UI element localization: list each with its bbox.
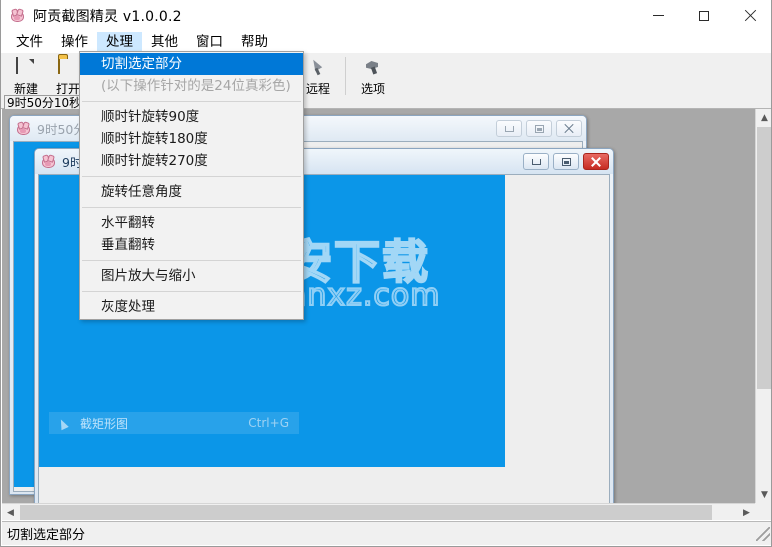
vertical-scroll-thumb[interactable] (757, 127, 771, 389)
scroll-left-button[interactable]: ◀ (2, 504, 19, 520)
application-window: 阿贡截图精灵 v1.0.0.2 文件 操作 处理 其他 窗口 帮助 新建 打开 … (0, 0, 772, 547)
minimize-button[interactable] (635, 0, 681, 31)
menu-separator (82, 291, 301, 292)
menu-item-rotate-90[interactable]: 顺时针旋转90度 (80, 106, 303, 128)
title-bar: 阿贡截图精灵 v1.0.0.2 (1, 0, 771, 31)
maximize-button[interactable] (681, 0, 727, 31)
status-bar: 切割选定部分 (2, 521, 771, 545)
child-window-1-controls (496, 120, 586, 137)
menu-item-rotate-arbitrary[interactable]: 旋转任意角度 (80, 181, 303, 203)
status-text: 切割选定部分 (7, 528, 86, 543)
scroll-up-button[interactable]: ▲ (756, 109, 771, 126)
close-icon (591, 157, 601, 167)
open-folder-icon (58, 57, 78, 78)
close-button[interactable] (727, 0, 771, 31)
options-button-label: 选项 (360, 82, 385, 96)
window-title: 阿贡截图精灵 v1.0.0.2 (33, 8, 182, 25)
child1-minimize-button[interactable] (496, 120, 522, 137)
options-button[interactable]: 选项 (352, 55, 394, 97)
child-window-2-controls (523, 153, 613, 170)
toolbar-separator (345, 57, 346, 95)
menu-window[interactable]: 窗口 (187, 32, 232, 52)
close-icon (564, 124, 574, 134)
snip-rect-icon (59, 417, 72, 430)
menu-item-rotate-180[interactable]: 顺时针旋转180度 (80, 128, 303, 150)
menu-operation[interactable]: 操作 (52, 32, 97, 52)
maximize-icon (534, 124, 544, 133)
menu-item-resize-image[interactable]: 图片放大与缩小 (80, 265, 303, 287)
child2-close-button[interactable] (583, 153, 609, 170)
minimize-icon (652, 15, 664, 16)
pig-icon (16, 121, 32, 137)
child1-maximize-button[interactable] (526, 120, 552, 137)
close-icon (744, 10, 756, 22)
scroll-right-button[interactable]: ▶ (738, 504, 755, 520)
snip-context-row[interactable]: 截矩形图 Ctrl+G (49, 412, 299, 434)
minimize-icon (504, 125, 514, 132)
menu-separator (82, 101, 301, 102)
menu-item-flip-vertical[interactable]: 垂直翻转 (80, 234, 303, 256)
menu-other[interactable]: 其他 (142, 32, 187, 52)
menu-separator (82, 176, 301, 177)
menu-note-24bit: (以下操作针对的是24位真彩色) (101, 78, 291, 94)
menu-item-crop-selection[interactable]: 切割选定部分 (80, 53, 303, 75)
maximize-icon (699, 10, 709, 21)
child2-maximize-button[interactable] (553, 153, 579, 170)
menu-process[interactable]: 处理 (97, 32, 142, 52)
new-button[interactable]: 新建 (5, 55, 47, 97)
snip-context-shortcut: Ctrl+G (248, 416, 289, 430)
toolbar-right-group: 远程 选项 (297, 55, 394, 97)
child2-minimize-button[interactable] (523, 153, 549, 170)
menu-bar: 文件 操作 处理 其他 窗口 帮助 (1, 31, 771, 53)
menu-item-flip-horizontal[interactable]: 水平翻转 (80, 212, 303, 234)
pig-icon (41, 154, 57, 170)
snip-context-label: 截矩形图 (80, 416, 129, 431)
toolbar-left-group: 新建 打开 (5, 55, 89, 97)
window-controls (635, 0, 771, 31)
menu-separator (82, 260, 301, 261)
horizontal-scroll-thumb[interactable] (20, 505, 712, 520)
menu-separator (82, 207, 301, 208)
options-icon (363, 58, 383, 78)
scroll-down-button[interactable]: ▼ (756, 486, 771, 503)
menu-help[interactable]: 帮助 (232, 32, 277, 52)
remote-icon (308, 58, 328, 78)
resize-grip[interactable] (756, 526, 770, 541)
process-dropdown-menu: 切割选定部分 (以下操作针对的是24位真彩色) 顺时针旋转90度 顺时针旋转18… (79, 51, 304, 320)
scrollbar-corner (755, 503, 771, 520)
menu-item-rotate-270[interactable]: 顺时针旋转270度 (80, 150, 303, 172)
vertical-scrollbar[interactable]: ▲ ▼ (755, 109, 771, 503)
new-document-icon (16, 57, 36, 78)
horizontal-scrollbar[interactable]: ◀ ▶ (2, 503, 755, 520)
menu-file[interactable]: 文件 (7, 32, 52, 52)
child1-close-button[interactable] (556, 120, 582, 137)
maximize-icon (561, 157, 571, 166)
minimize-icon (531, 158, 541, 165)
menu-item-grayscale[interactable]: 灰度处理 (80, 296, 303, 318)
remote-button-label: 远程 (305, 82, 330, 96)
app-pig-icon (9, 7, 27, 25)
